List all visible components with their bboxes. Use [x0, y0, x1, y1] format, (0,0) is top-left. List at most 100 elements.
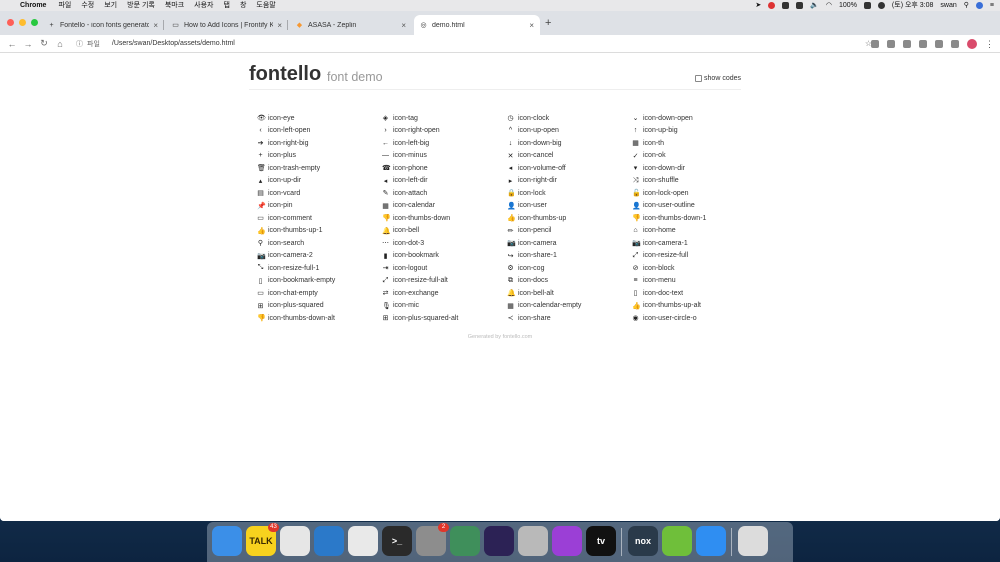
icon-list-item: 👍 icon-thumbs-up-alt	[632, 300, 752, 313]
dock-kakaotalk-icon[interactable]: TALK 43	[246, 523, 279, 556]
forward-icon[interactable]: →	[20, 39, 36, 49]
icon-list-item: ⚲ icon-search	[257, 237, 377, 250]
menu-history[interactable]: 방문 기록	[127, 0, 155, 11]
share-icon: ≺	[507, 315, 514, 323]
close-tab-icon[interactable]: ×	[529, 21, 534, 30]
dock-terminal-icon[interactable]: >_	[382, 526, 412, 556]
battery-percent[interactable]: 100%	[839, 0, 857, 11]
extension-1-icon[interactable]	[871, 40, 879, 48]
pin-icon: 📌	[257, 202, 266, 210]
minimize-window-button[interactable]	[19, 19, 26, 26]
dock-bluestacks-icon[interactable]	[662, 526, 692, 556]
resize-full-icon: ⤢	[632, 251, 639, 259]
tab-separator	[163, 20, 164, 30]
icon-class-label: icon-resize-full	[643, 252, 689, 260]
puzzle-icon[interactable]	[951, 40, 959, 48]
icon-class-label: icon-right-open	[393, 127, 440, 135]
tab-zeplin[interactable]: ◆ ASASA - Zeplin ×	[290, 15, 412, 35]
close-window-button[interactable]	[7, 19, 14, 26]
input-source-icon[interactable]	[782, 2, 790, 9]
address-bar[interactable]: ⓘ 파일 /Users/swan/Desktop/assets/demo.htm…	[76, 37, 876, 50]
menu-clock[interactable]: (토) 오후 3:08	[892, 0, 934, 11]
cog-icon: ⚙	[507, 265, 514, 273]
menu-people[interactable]: 사용자	[194, 0, 213, 11]
dock-vscode-icon[interactable]	[314, 526, 344, 556]
tab-separator	[287, 20, 288, 30]
more-menu-icon[interactable]: ⋮	[985, 40, 994, 49]
dock-chrome-icon[interactable]	[280, 526, 310, 556]
dock-apple-tv-icon[interactable]: tv	[586, 526, 616, 556]
close-tab-icon[interactable]: ×	[401, 21, 406, 30]
menu-file[interactable]: 파일	[58, 0, 71, 11]
dock-nox-icon[interactable]: nox	[628, 526, 658, 556]
down-dir-icon: ▾	[633, 165, 638, 173]
dock-system-preferences-icon[interactable]: 2	[416, 523, 449, 556]
tab-fontello[interactable]: + Fontello - icon fonts generator ×	[42, 15, 164, 35]
tab-title: Fontello - icon fonts generator	[60, 21, 150, 29]
close-tab-icon[interactable]: ×	[153, 21, 158, 30]
spotlight-icon[interactable]: ⚲	[964, 0, 969, 11]
extension-4-icon[interactable]	[919, 40, 927, 48]
show-codes-toggle[interactable]: show codes	[695, 75, 741, 82]
dock-finder-icon[interactable]	[212, 526, 242, 556]
menu-user[interactable]: swan	[940, 0, 956, 11]
record-icon[interactable]	[768, 2, 776, 9]
dock-blocked-app-icon[interactable]	[348, 526, 378, 556]
resize-full-1-icon: ⤡	[257, 264, 264, 272]
browser-toolbar: ← → ↻ ⌂ ⓘ 파일 /Users/swan/Desktop/assets/…	[0, 35, 1000, 53]
icon-list-item: 👤 icon-user-outline	[632, 200, 752, 213]
icon-list-item: 👁 icon-eye	[257, 112, 377, 125]
icon-class-label: icon-user	[518, 202, 547, 210]
control-center-icon[interactable]: ≡	[990, 0, 994, 11]
icon-class-label: icon-thumbs-up	[518, 214, 567, 222]
menu-view[interactable]: 보기	[104, 0, 117, 11]
menu-bookmarks[interactable]: 북마크	[165, 0, 184, 11]
keyboard-icon[interactable]	[877, 2, 885, 9]
icon-class-label: icon-dot-3	[393, 239, 425, 247]
siri-icon[interactable]	[975, 2, 983, 9]
extension-5-icon[interactable]	[935, 40, 943, 48]
menu-edit[interactable]: 수정	[81, 0, 94, 11]
wifi-icon[interactable]: ◠	[826, 0, 832, 11]
zoom-window-button[interactable]	[31, 19, 38, 26]
menu-window[interactable]: 창	[240, 0, 246, 11]
dock-automator-icon[interactable]	[518, 526, 548, 556]
home-icon[interactable]: ⌂	[52, 39, 68, 49]
dock-trash-icon[interactable]	[738, 526, 768, 556]
icon-list-item: ↑ icon-up-big	[632, 125, 752, 138]
show-codes-checkbox[interactable]	[695, 75, 703, 82]
ok-icon: ✓	[632, 152, 639, 160]
profile-avatar[interactable]	[967, 39, 977, 49]
menu-tab[interactable]: 탭	[224, 0, 230, 11]
menu-help[interactable]: 도움말	[256, 0, 275, 11]
dock-podcasts-icon[interactable]	[552, 526, 582, 556]
footer-prefix: Generated by	[467, 334, 502, 340]
close-tab-icon[interactable]: ×	[277, 21, 282, 30]
new-tab-icon[interactable]: +	[545, 17, 551, 29]
footer-link[interactable]: fontello.com	[503, 334, 533, 340]
page-footer: Generated by fontello.com	[0, 334, 1000, 340]
lock-icon: 🔒	[507, 190, 516, 198]
extension-3-icon[interactable]	[903, 40, 911, 48]
dock-eclipse-icon[interactable]	[484, 526, 514, 556]
tab-frontify[interactable]: ▭ How to Add Icons | Frontify Kn ×	[166, 15, 288, 35]
address-url[interactable]: /Users/swan/Desktop/assets/demo.html	[112, 40, 235, 47]
icon-class-label: icon-cancel	[518, 152, 554, 160]
calendar-icon: ▦	[382, 202, 389, 210]
extension-2-icon[interactable]	[887, 40, 895, 48]
dock-android-studio-icon[interactable]	[450, 526, 480, 556]
phone-icon: ☎	[382, 165, 391, 173]
app-status-icon[interactable]	[796, 2, 804, 9]
icon-list-item: 🔔 icon-bell	[382, 225, 502, 238]
notification-badge: 2	[438, 523, 449, 532]
dock-safari-icon[interactable]	[696, 526, 726, 556]
battery-icon[interactable]	[863, 2, 871, 9]
menu-app-name[interactable]: Chrome	[20, 0, 46, 11]
volume-icon[interactable]: 🔈	[810, 0, 819, 11]
info-icon[interactable]: ⓘ	[76, 39, 83, 49]
reload-icon[interactable]: ↻	[36, 38, 52, 49]
location-icon[interactable]: ➤	[755, 0, 761, 11]
tab-demo[interactable]: ◎ demo.html ×	[414, 15, 540, 35]
back-icon[interactable]: ←	[4, 39, 20, 49]
icon-list-item: 👎 icon-thumbs-down-alt	[257, 312, 377, 325]
